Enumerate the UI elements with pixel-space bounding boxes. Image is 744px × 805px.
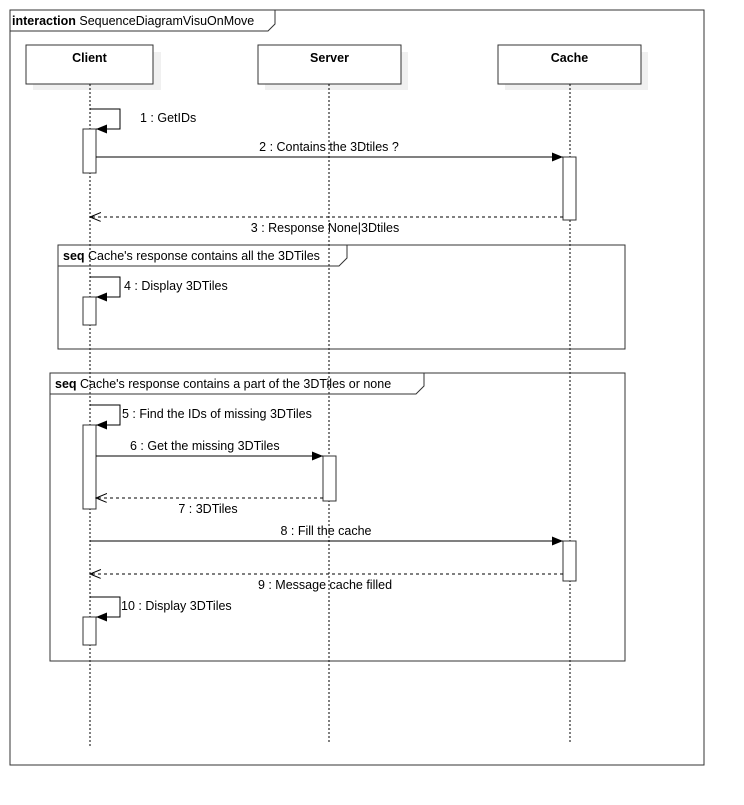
activation-cache-1 [562,156,577,221]
message-4-label: 4 : Display 3DTiles [124,279,228,293]
message-10-arrow[interactable] [90,596,121,622]
message-5-find-ids[interactable]: 5 : Find the IDs of missing 3DTiles [90,404,312,430]
sequence-diagram: interaction SequenceDiagramVisuOnMove Cl… [9,9,705,766]
message-6-label: 6 : Get the missing 3DTiles [130,439,280,453]
activation-client-3 [82,424,97,510]
message-9-label: 9 : Message cache filled [258,578,392,592]
message-5-arrow[interactable] [90,404,121,430]
activation-server-1 [322,455,337,502]
message-8-fill-cache[interactable]: 8 : Fill the cache [90,524,563,546]
lifeline-server-label: Server [310,51,349,65]
message-8-label: 8 : Fill the cache [280,524,371,538]
activation-client-4 [82,616,97,646]
message-10-label: 10 : Display 3DTiles [121,599,232,613]
message-6-get-missing[interactable]: 6 : Get the missing 3DTiles [96,439,323,461]
message-10-display[interactable]: 10 : Display 3DTiles [90,596,232,622]
lifeline-client-label: Client [72,51,108,65]
message-1-getids[interactable]: 1 : GetIDs [90,108,196,134]
lifeline-cache-label: Cache [551,51,589,65]
message-2-label: 2 : Contains the 3Dtiles ? [259,140,399,154]
message-5-label: 5 : Find the IDs of missing 3DTiles [122,407,312,421]
activation-client-2 [82,296,97,326]
message-4-arrow[interactable] [90,276,121,302]
message-7-3dtiles[interactable]: 7 : 3DTiles [96,498,323,516]
fragment-seq-part-tiles-title: seq Cache's response contains a part of … [55,377,391,391]
fragment-seq-all-tiles-title: seq Cache's response contains all the 3D… [63,249,320,263]
message-9-cache-filled[interactable]: 9 : Message cache filled [90,574,563,592]
message-3-label: 3 : Response None|3Dtiles [251,221,399,235]
message-7-label: 7 : 3DTiles [178,502,237,516]
message-1-arrow[interactable] [90,108,121,134]
fragment-seq-all-tiles: seq Cache's response contains all the 3D… [57,244,626,350]
message-1-label: 1 : GetIDs [140,111,196,125]
activation-client-1 [82,128,97,174]
interaction-frame-title: interaction SequenceDiagramVisuOnMove [12,14,254,28]
message-4-display[interactable]: 4 : Display 3DTiles [90,276,228,302]
message-2-contains[interactable]: 2 : Contains the 3Dtiles ? [96,140,563,162]
activation-cache-2 [562,540,577,582]
message-3-response[interactable]: 3 : Response None|3Dtiles [90,217,563,235]
